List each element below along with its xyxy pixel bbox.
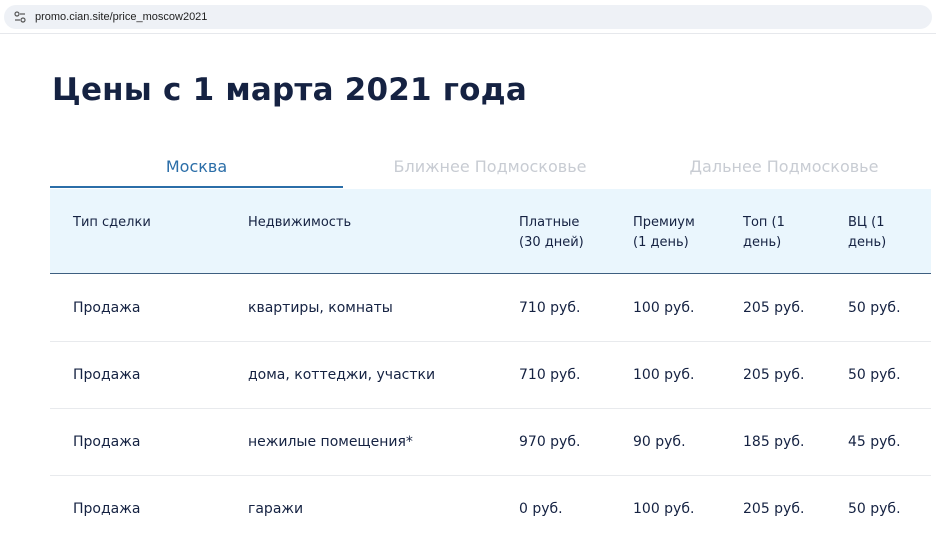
url-field[interactable]: promo.cian.site/price_moscow2021 bbox=[4, 5, 932, 29]
url-text: promo.cian.site/price_moscow2021 bbox=[35, 11, 208, 23]
cell-vc: 50 руб. bbox=[848, 300, 901, 316]
cell-paid: 0 руб. bbox=[519, 501, 563, 517]
cell-deal-type: Продажа bbox=[73, 300, 141, 316]
header-top: Топ (1 день) bbox=[743, 215, 785, 250]
cell-vc: 45 руб. bbox=[848, 434, 901, 450]
cell-top: 185 руб. bbox=[743, 434, 805, 450]
cell-deal-type: Продажа bbox=[73, 367, 141, 383]
cell-property: нежилые помещения* bbox=[248, 434, 413, 450]
header-property: Недвижимость bbox=[248, 215, 352, 230]
tune-icon[interactable] bbox=[14, 11, 26, 23]
cell-premium: 100 руб. bbox=[633, 300, 695, 316]
cell-deal-type: Продажа bbox=[73, 501, 141, 517]
tab-near-moscow-region[interactable]: Ближнее Подмосковье bbox=[343, 148, 637, 188]
cell-paid: 970 руб. bbox=[519, 434, 581, 450]
table-row: Продажа нежилые помещения* 970 руб. 90 р… bbox=[50, 409, 931, 476]
cell-top: 205 руб. bbox=[743, 300, 805, 316]
table-row: Продажа дома, коттеджи, участки 710 руб.… bbox=[50, 342, 931, 409]
table-row: Продажа квартиры, комнаты 710 руб. 100 р… bbox=[50, 275, 931, 342]
cell-paid: 710 руб. bbox=[519, 300, 581, 316]
tab-far-moscow-region[interactable]: Дальнее Подмосковье bbox=[637, 148, 931, 188]
cell-property: гаражи bbox=[248, 501, 304, 517]
cell-property: квартиры, комнаты bbox=[248, 300, 393, 316]
region-tabs: Москва Ближнее Подмосковье Дальнее Подмо… bbox=[50, 148, 931, 189]
cell-top: 205 руб. bbox=[743, 367, 805, 383]
header-vc: ВЦ (1 день) bbox=[848, 215, 887, 250]
cell-premium: 100 руб. bbox=[633, 501, 695, 517]
header-premium: Премиум (1 день) bbox=[633, 215, 695, 250]
browser-address-bar: promo.cian.site/price_moscow2021 bbox=[0, 0, 936, 34]
cell-premium: 90 руб. bbox=[633, 434, 686, 450]
table-row: Продажа гаражи 0 руб. 100 руб. 205 руб. … bbox=[50, 476, 931, 543]
tab-moscow[interactable]: Москва bbox=[50, 148, 343, 188]
cell-property: дома, коттеджи, участки bbox=[248, 367, 436, 383]
header-deal-type: Тип сделки bbox=[73, 215, 151, 230]
cell-paid: 710 руб. bbox=[519, 367, 581, 383]
cell-deal-type: Продажа bbox=[73, 434, 141, 450]
cell-premium: 100 руб. bbox=[633, 367, 695, 383]
cell-vc: 50 руб. bbox=[848, 367, 901, 383]
page-title: Цены с 1 марта 2021 года bbox=[52, 72, 528, 108]
cell-top: 205 руб. bbox=[743, 501, 805, 517]
table-header: Тип сделки Недвижимость Платные (30 дней)… bbox=[50, 189, 931, 274]
cell-vc: 50 руб. bbox=[848, 501, 901, 517]
header-paid: Платные (30 дней) bbox=[519, 215, 584, 250]
